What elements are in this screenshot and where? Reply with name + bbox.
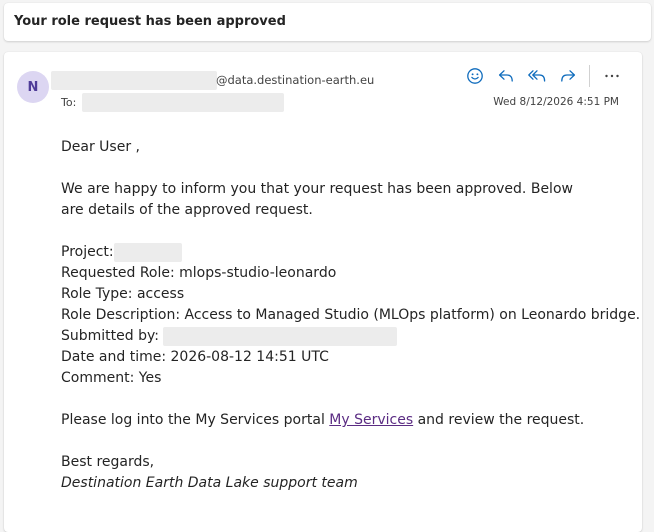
portal-suffix: and review the request. xyxy=(413,412,585,428)
submitted-by-redacted xyxy=(163,326,398,346)
role-description: Role Description: Access to Managed Stud… xyxy=(61,307,641,323)
forward-button[interactable] xyxy=(556,64,580,88)
portal-line: Please log into the My Services portal M… xyxy=(61,410,641,431)
to-label: To: xyxy=(61,96,77,109)
message-actions xyxy=(463,64,624,88)
more-actions-button[interactable] xyxy=(600,64,624,88)
smile-icon xyxy=(467,68,483,84)
project-line: Project: xyxy=(61,242,641,263)
role-type: Role Type: access xyxy=(61,286,185,302)
submitted-by-label: Submitted by: xyxy=(61,328,159,344)
greeting: Dear User , xyxy=(61,139,140,155)
intro-paragraph: We are happy to inform you that your req… xyxy=(61,181,573,218)
date-time: Date and time: 2026-08-12 14:51 UTC xyxy=(61,349,329,365)
submitted-by-line: Submitted by: xyxy=(61,326,641,347)
reply-all-button[interactable] xyxy=(525,64,549,88)
my-services-link[interactable]: My Services xyxy=(329,412,413,428)
project-label: Project: xyxy=(61,244,114,260)
recipient-redacted xyxy=(82,93,284,112)
portal-prefix: Please log into the My Services portal xyxy=(61,412,330,428)
requested-role: Requested Role: mlops-studio-leonardo xyxy=(61,265,337,281)
signature: Destination Earth Data Lake support team xyxy=(61,475,358,491)
reply-button[interactable] xyxy=(494,64,518,88)
forward-icon xyxy=(561,70,576,82)
email-subject: Your role request has been approved xyxy=(14,14,286,29)
sender-name-redacted xyxy=(51,71,217,90)
closing: Best regards, xyxy=(61,454,155,470)
reply-icon xyxy=(498,70,513,82)
email-body: Dear User , We are happy to inform you t… xyxy=(61,137,641,494)
sender-email-domain[interactable]: @data.destination-earth.eu xyxy=(216,73,374,87)
sender-avatar[interactable]: N xyxy=(17,71,49,103)
react-button[interactable] xyxy=(463,64,487,88)
email-timestamp: Wed 8/12/2026 4:51 PM xyxy=(493,96,619,108)
actions-divider xyxy=(589,65,590,87)
comment: Comment: Yes xyxy=(61,370,162,386)
more-icon xyxy=(605,74,619,78)
subject-bar: Your role request has been approved xyxy=(4,3,651,41)
email-message: N @data.destination-earth.eu To: Wed 8/1… xyxy=(4,52,642,532)
project-redacted xyxy=(113,242,182,262)
reply-all-icon xyxy=(528,70,546,82)
